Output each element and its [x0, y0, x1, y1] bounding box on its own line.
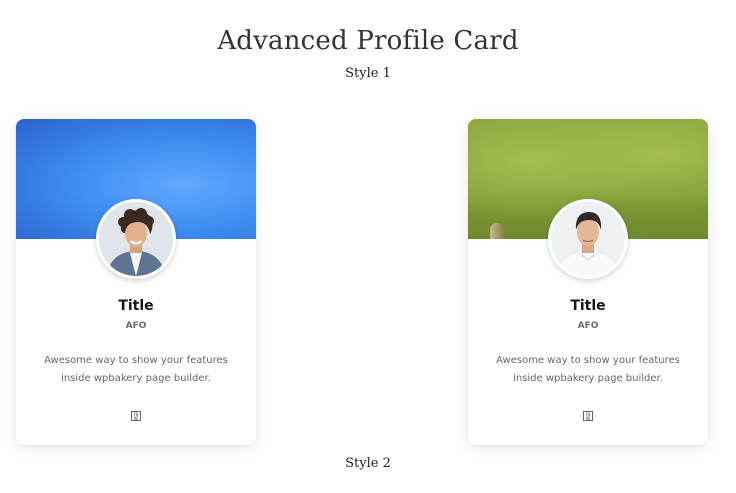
missing-glyph-icon[interactable]: F0 9E	[583, 411, 593, 421]
avatar	[96, 199, 176, 279]
profile-card-2: Title AFO Awesome way to show your featu…	[468, 119, 708, 445]
avatar	[548, 199, 628, 279]
card-description: Awesome way to show your features inside…	[496, 355, 680, 384]
profile-photo	[551, 202, 625, 276]
card-subtitle: AFO	[577, 321, 599, 331]
card-subtitle: AFO	[125, 321, 147, 331]
missing-glyph-icon[interactable]: F0 9E	[131, 411, 141, 421]
style-two-label: Style 2	[345, 456, 391, 471]
card-title: Title	[118, 298, 154, 314]
card-title: Title	[570, 298, 606, 314]
cover-detail	[490, 223, 504, 239]
profile-card-1: Title AFO Awesome way to show your featu…	[16, 119, 256, 445]
style-one-label: Style 1	[345, 66, 391, 81]
card-description: Awesome way to show your features inside…	[44, 355, 228, 384]
page-title: Advanced Profile Card	[217, 26, 519, 56]
profile-photo	[99, 202, 173, 276]
